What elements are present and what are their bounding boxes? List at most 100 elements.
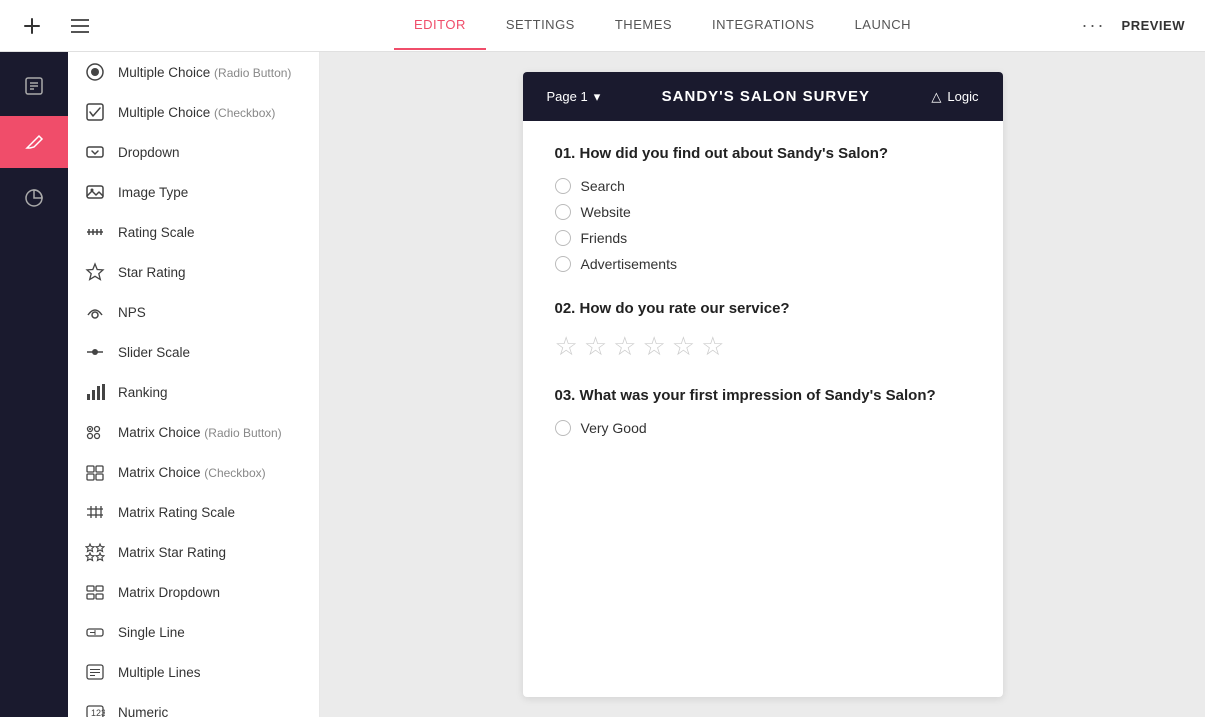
radio-advertisements [555,256,571,272]
matrix-choice-checkbox-icon [84,461,106,483]
star-6[interactable]: ☆ [701,333,724,359]
ranking-icon [84,381,106,403]
sidebar-label-star-rating: Star Rating [118,265,186,280]
top-nav-left [0,10,320,42]
sidebar-item-slider-scale[interactable]: Slider Scale [68,332,319,372]
checkbox-icon [84,101,106,123]
single-line-icon [84,621,106,643]
option-friends[interactable]: Friends [555,230,971,246]
sidebar-item-numeric[interactable]: 123 Numeric [68,692,319,717]
sidebar-item-multiple-choice-checkbox[interactable]: Multiple Choice (Checkbox) [68,92,319,132]
sidebar-label-multiple-choice-checkbox: Multiple Choice (Checkbox) [118,105,275,120]
sidebar-label-ranking: Ranking [118,385,168,400]
radio-button-icon [84,61,106,83]
more-options-button[interactable]: ··· [1082,15,1106,36]
matrix-rating-scale-icon [84,501,106,523]
preview-button[interactable]: PREVIEW [1122,18,1185,33]
sidebar-item-multiple-choice-radio[interactable]: Multiple Choice (Radio Button) [68,52,319,92]
sidebar-label-matrix-dropdown: Matrix Dropdown [118,585,220,600]
star-rating-row[interactable]: ☆ ☆ ☆ ☆ ☆ ☆ [555,333,971,359]
top-nav-right: ··· PREVIEW [1005,15,1205,36]
survey-card: Page 1 ▾ SANDY'S SALON SURVEY △ Logic 01… [523,72,1003,697]
radio-website [555,204,571,220]
option-website[interactable]: Website [555,204,971,220]
survey-header: Page 1 ▾ SANDY'S SALON SURVEY △ Logic [523,72,1003,121]
icon-bar-analytics[interactable] [0,172,68,224]
tab-launch[interactable]: LAUNCH [835,1,931,50]
radio-friends [555,230,571,246]
sidebar-item-matrix-rating-scale[interactable]: Matrix Rating Scale [68,492,319,532]
sidebar-label-numeric: Numeric [118,705,168,717]
star-3[interactable]: ☆ [613,333,636,359]
sidebar-item-matrix-dropdown[interactable]: Matrix Dropdown [68,572,319,612]
slider-scale-icon [84,341,106,363]
page-label: Page 1 [547,89,588,104]
option-search[interactable]: Search [555,178,971,194]
radio-very-good [555,420,571,436]
sidebar-item-multiple-lines[interactable]: Multiple Lines [68,652,319,692]
dropdown-icon [84,141,106,163]
option-label-very-good: Very Good [581,420,647,436]
add-button[interactable] [16,10,48,42]
sidebar-label-rating-scale: Rating Scale [118,225,195,240]
logic-label: Logic [947,89,978,104]
page-selector[interactable]: Page 1 ▾ [547,89,601,105]
sidebar-item-matrix-star-rating[interactable]: Matrix Star Rating [68,532,319,572]
survey-body: 01. How did you find out about Sandy's S… [523,121,1003,488]
sidebar-item-ranking[interactable]: Ranking [68,372,319,412]
sidebar-item-matrix-choice-checkbox[interactable]: Matrix Choice (Checkbox) [68,452,319,492]
sidebar-item-matrix-choice-radio[interactable]: Matrix Choice (Radio Button) [68,412,319,452]
icon-bar [0,52,68,717]
sidebar-label-nps: NPS [118,305,146,320]
option-label-friends: Friends [581,230,628,246]
survey-title: SANDY'S SALON SURVEY [662,88,870,105]
option-advertisements[interactable]: Advertisements [555,256,971,272]
matrix-choice-radio-icon [84,421,106,443]
nps-icon [84,301,106,323]
question-1-text: 01. How did you find out about Sandy's S… [555,145,971,162]
matrix-dropdown-icon [84,581,106,603]
icon-bar-forms[interactable] [0,60,68,112]
sidebar-item-star-rating[interactable]: Star Rating [68,252,319,292]
top-nav: EDITOR SETTINGS THEMES INTEGRATIONS LAUN… [0,0,1205,52]
rating-scale-icon [84,221,106,243]
multiple-lines-icon [84,661,106,683]
sidebar-item-nps[interactable]: NPS [68,292,319,332]
question-2-text: 02. How do you rate our service? [555,300,971,317]
tab-editor[interactable]: EDITOR [394,1,486,50]
menu-button[interactable] [64,10,96,42]
star-4[interactable]: ☆ [642,333,665,359]
sidebar-label-matrix-choice-radio: Matrix Choice (Radio Button) [118,425,282,440]
main-content: Page 1 ▾ SANDY'S SALON SURVEY △ Logic 01… [320,52,1205,717]
option-label-search: Search [581,178,625,194]
logic-icon: △ [931,89,941,105]
radio-search [555,178,571,194]
svg-text:123: 123 [91,708,105,717]
matrix-star-rating-icon [84,541,106,563]
question-1: 01. How did you find out about Sandy's S… [555,145,971,272]
sidebar-label-matrix-choice-checkbox: Matrix Choice (Checkbox) [118,465,266,480]
sidebar-item-single-line[interactable]: Single Line [68,612,319,652]
option-label-website: Website [581,204,631,220]
logic-button[interactable]: △ Logic [931,89,978,105]
star-2[interactable]: ☆ [584,333,607,359]
numeric-icon: 123 [84,701,106,717]
sidebar-label-slider-scale: Slider Scale [118,345,190,360]
sidebar-label-matrix-star-rating: Matrix Star Rating [118,545,226,560]
sidebar-label-dropdown: Dropdown [118,145,180,160]
icon-bar-editor[interactable] [0,116,68,168]
option-very-good[interactable]: Very Good [555,420,971,436]
sidebar-item-image-type[interactable]: Image Type [68,172,319,212]
star-5[interactable]: ☆ [672,333,695,359]
sidebar: Multiple Choice (Radio Button) Multiple … [68,52,320,717]
tab-integrations[interactable]: INTEGRATIONS [692,1,835,50]
question-2: 02. How do you rate our service? ☆ ☆ ☆ ☆… [555,300,971,359]
tab-themes[interactable]: THEMES [595,1,692,50]
tab-settings[interactable]: SETTINGS [486,1,595,50]
sidebar-item-dropdown[interactable]: Dropdown [68,132,319,172]
sidebar-item-rating-scale[interactable]: Rating Scale [68,212,319,252]
sidebar-label-matrix-rating-scale: Matrix Rating Scale [118,505,235,520]
star-rating-icon [84,261,106,283]
star-1[interactable]: ☆ [555,333,578,359]
sidebar-label-single-line: Single Line [118,625,185,640]
